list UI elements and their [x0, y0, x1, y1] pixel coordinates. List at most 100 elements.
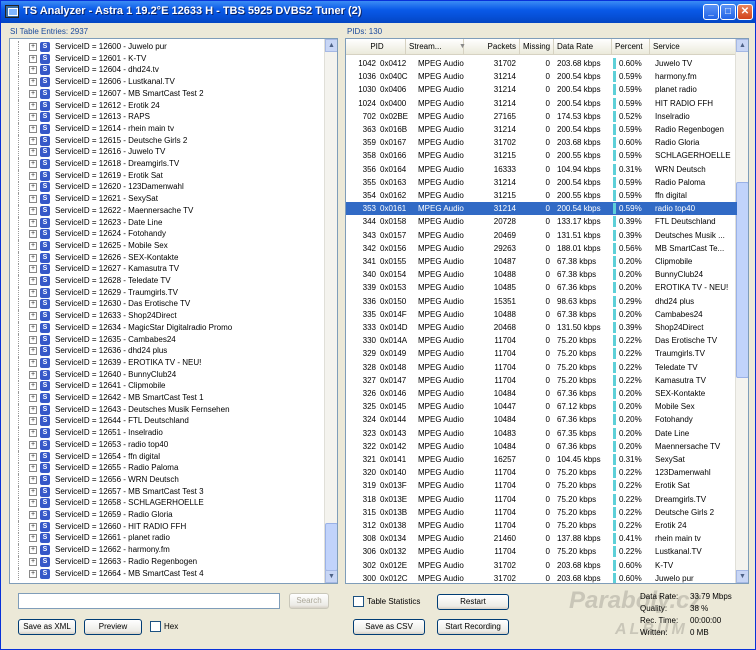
- table-row[interactable]: 302 0x012E MPEG Audio 31702 0 203.68 kbps 0.60…: [346, 559, 737, 572]
- table-row[interactable]: 327 0x0147 MPEG Audio 11704 0 75.20 kbps 0.22%…: [346, 374, 737, 387]
- column-header-packets[interactable]: Packets: [464, 39, 520, 55]
- column-header-pid[interactable]: PID: [346, 39, 406, 55]
- tree-item[interactable]: + S ServiceID = 12636 - dhd24 plus: [10, 345, 325, 358]
- expand-plus-icon[interactable]: +: [29, 475, 37, 484]
- table-row[interactable]: 308 0x0134 MPEG Audio 21460 0 137.88 kbps 0.41…: [346, 532, 737, 545]
- expand-plus-icon[interactable]: +: [29, 417, 37, 426]
- tree-item[interactable]: + S ServiceID = 12613 - RAPS: [10, 111, 325, 124]
- expand-plus-icon[interactable]: +: [29, 89, 37, 98]
- tree-item[interactable]: + S ServiceID = 12664 - MB SmartCast Test …: [10, 567, 325, 580]
- expand-plus-icon[interactable]: +: [29, 218, 37, 227]
- table-row[interactable]: 1024 0x0400 MPEG Audio 31214 0 200.54 kbps 0.5…: [346, 97, 737, 110]
- tree-item[interactable]: + S ServiceID = 12658 - SCHLAGERHOELLE: [10, 497, 325, 510]
- tree-item[interactable]: + S ServiceID = 12607 - MB SmartCast Test …: [10, 87, 325, 100]
- expand-plus-icon[interactable]: +: [29, 312, 37, 321]
- expand-plus-icon[interactable]: +: [29, 487, 37, 496]
- tree-item[interactable]: + S ServiceID = 12627 - Kamasutra TV: [10, 263, 325, 276]
- tree-item[interactable]: + S ServiceID = 12614 - rhein main tv: [10, 122, 325, 135]
- table-row[interactable]: 353 0x0161 MPEG Audio 31214 0 200.54 kbps 0.59…: [346, 202, 737, 216]
- tree-item[interactable]: + S ServiceID = 12625 - Mobile Sex: [10, 239, 325, 252]
- expand-plus-icon[interactable]: +: [29, 394, 37, 402]
- column-header-stream[interactable]: Stream...: [406, 39, 464, 55]
- save-as-csv-button[interactable]: Save as CSV: [353, 619, 425, 635]
- expand-plus-icon[interactable]: +: [29, 113, 37, 122]
- column-header-service[interactable]: Service: [650, 39, 737, 55]
- title-bar[interactable]: TS Analyzer - Astra 1 19.2°E 12633 H - T…: [1, 1, 755, 23]
- tree-item[interactable]: + S ServiceID = 12643 - Deutsches Musik Fe…: [10, 403, 325, 416]
- table-row[interactable]: 328 0x0148 MPEG Audio 11704 0 75.20 kbps 0.22%…: [346, 361, 737, 374]
- tree-item[interactable]: + S ServiceID = 12663 - Radio Regenbogen: [10, 555, 325, 568]
- table-row[interactable]: 326 0x0146 MPEG Audio 10484 0 67.36 kbps 0.20%…: [346, 387, 737, 400]
- table-row[interactable]: 339 0x0153 MPEG Audio 10485 0 67.36 kbps 0.20%…: [346, 281, 737, 294]
- expand-plus-icon[interactable]: +: [29, 43, 37, 51]
- close-button[interactable]: ✕: [737, 4, 753, 20]
- tree-item[interactable]: + S ServiceID = 12623 - Date Line: [10, 216, 325, 229]
- table-row[interactable]: 306 0x0132 MPEG Audio 11704 0 75.20 kbps 0.22%…: [346, 545, 737, 558]
- table-row[interactable]: 329 0x0149 MPEG Audio 11704 0 75.20 kbps 0.22%…: [346, 347, 737, 360]
- expand-plus-icon[interactable]: +: [29, 54, 37, 63]
- expand-plus-icon[interactable]: +: [29, 499, 37, 508]
- expand-plus-icon[interactable]: +: [29, 464, 37, 473]
- tree-item[interactable]: + S ServiceID = 12656 - WRN Deutsch: [10, 473, 325, 486]
- start-recording-button[interactable]: Start Recording: [437, 619, 509, 635]
- tree-item[interactable]: + S ServiceID = 12630 - Das Erotische TV: [10, 298, 325, 311]
- table-row[interactable]: 330 0x014A MPEG Audio 11704 0 75.20 kbps 0.22%…: [346, 334, 737, 347]
- expand-plus-icon[interactable]: +: [29, 66, 37, 75]
- expand-plus-icon[interactable]: +: [29, 124, 37, 133]
- search-button[interactable]: Search: [289, 593, 329, 609]
- save-as-xml-button[interactable]: Save as XML: [18, 619, 76, 635]
- expand-plus-icon[interactable]: +: [29, 230, 37, 239]
- expand-plus-icon[interactable]: +: [29, 452, 37, 461]
- tree-item[interactable]: + S ServiceID = 12604 - dhd24.tv: [10, 64, 325, 77]
- tree-item[interactable]: + S ServiceID = 12644 - FTL Deutschland: [10, 415, 325, 428]
- tree-item[interactable]: + S ServiceID = 12629 - Traumgirls.TV: [10, 286, 325, 299]
- tree-item[interactable]: + S ServiceID = 12618 - Dreamgirls.TV: [10, 158, 325, 170]
- table-row[interactable]: 340 0x0154 MPEG Audio 10488 0 67.38 kbps 0.20%…: [346, 268, 737, 281]
- preview-button[interactable]: Preview: [84, 619, 142, 635]
- expand-plus-icon[interactable]: +: [29, 546, 37, 555]
- table-row[interactable]: 320 0x0140 MPEG Audio 11704 0 75.20 kbps 0.22%…: [346, 466, 737, 479]
- table-row[interactable]: 336 0x0150 MPEG Audio 15351 0 98.63 kbps 0.29%…: [346, 295, 737, 308]
- tree-item[interactable]: + S ServiceID = 12601 - K-TV: [10, 52, 325, 65]
- scroll-up-icon[interactable]: ▲: [736, 39, 748, 52]
- tree-item[interactable]: + S ServiceID = 12639 - EROTIKA TV - NEU!: [10, 356, 325, 369]
- tree-item[interactable]: + S ServiceID = 12622 - Maennersache TV: [10, 204, 325, 217]
- table-row[interactable]: 1042 0x0412 MPEG Audio 31702 0 203.68 kbps 0.6…: [346, 57, 737, 70]
- tree-item[interactable]: + S ServiceID = 12641 - Clipmobile: [10, 380, 325, 393]
- pid-table-scroll-thumb[interactable]: [736, 182, 748, 378]
- tree-item[interactable]: + S ServiceID = 12600 - Juwelo pur: [10, 41, 325, 53]
- tree-item[interactable]: + S ServiceID = 12633 - Shop24Direct: [10, 310, 325, 323]
- table-row[interactable]: 319 0x013F MPEG Audio 11704 0 75.20 kbps 0.22%…: [346, 479, 737, 492]
- tree-item[interactable]: + S ServiceID = 12642 - MB SmartCast Test …: [10, 392, 325, 404]
- table-row[interactable]: 1030 0x0406 MPEG Audio 31214 0 200.54 kbps 0.5…: [346, 83, 737, 96]
- table-row[interactable]: 333 0x014D MPEG Audio 20468 0 131.50 kbps 0.39…: [346, 321, 737, 334]
- expand-plus-icon[interactable]: +: [29, 358, 37, 367]
- expand-plus-icon[interactable]: +: [29, 511, 37, 519]
- tree-item[interactable]: + S ServiceID = 12660 - HIT RADIO FFH: [10, 520, 325, 533]
- expand-plus-icon[interactable]: +: [29, 265, 37, 274]
- tree-item[interactable]: + S ServiceID = 12621 - SexySat: [10, 193, 325, 206]
- table-row[interactable]: 355 0x0163 MPEG Audio 31214 0 200.54 kbps 0.59…: [346, 176, 737, 189]
- maximize-button[interactable]: □: [720, 4, 736, 20]
- expand-plus-icon[interactable]: +: [29, 206, 37, 215]
- tree-item[interactable]: + S ServiceID = 12662 - harmony.fm: [10, 544, 325, 557]
- expand-plus-icon[interactable]: +: [29, 171, 37, 180]
- expand-plus-icon[interactable]: +: [29, 335, 37, 344]
- expand-plus-icon[interactable]: +: [29, 405, 37, 414]
- scroll-up-icon[interactable]: ▲: [325, 39, 337, 52]
- tree-item[interactable]: + S ServiceID = 12634 - MagicStar Digitalr…: [10, 321, 325, 334]
- tree-item[interactable]: + S ServiceID = 12615 - Deutsche Girls 2: [10, 134, 325, 147]
- expand-plus-icon[interactable]: +: [29, 429, 37, 438]
- tree-vertical-scrollbar[interactable]: ▲ ▼: [324, 39, 337, 583]
- expand-plus-icon[interactable]: +: [29, 183, 37, 192]
- tree-item[interactable]: + S ServiceID = 12619 - Erotik Sat: [10, 169, 325, 182]
- expand-plus-icon[interactable]: +: [29, 522, 37, 531]
- tree-item[interactable]: + S ServiceID = 12606 - Lustkanal.TV: [10, 76, 325, 89]
- column-header-missing[interactable]: Missing: [520, 39, 554, 55]
- expand-plus-icon[interactable]: +: [29, 78, 37, 87]
- minimize-button[interactable]: _: [703, 4, 719, 20]
- expand-plus-icon[interactable]: +: [29, 569, 37, 578]
- expand-plus-icon[interactable]: +: [29, 534, 37, 543]
- expand-plus-icon[interactable]: +: [29, 101, 37, 110]
- table-row[interactable]: 1036 0x040C MPEG Audio 31214 0 200.54 kbps 0.5…: [346, 70, 737, 83]
